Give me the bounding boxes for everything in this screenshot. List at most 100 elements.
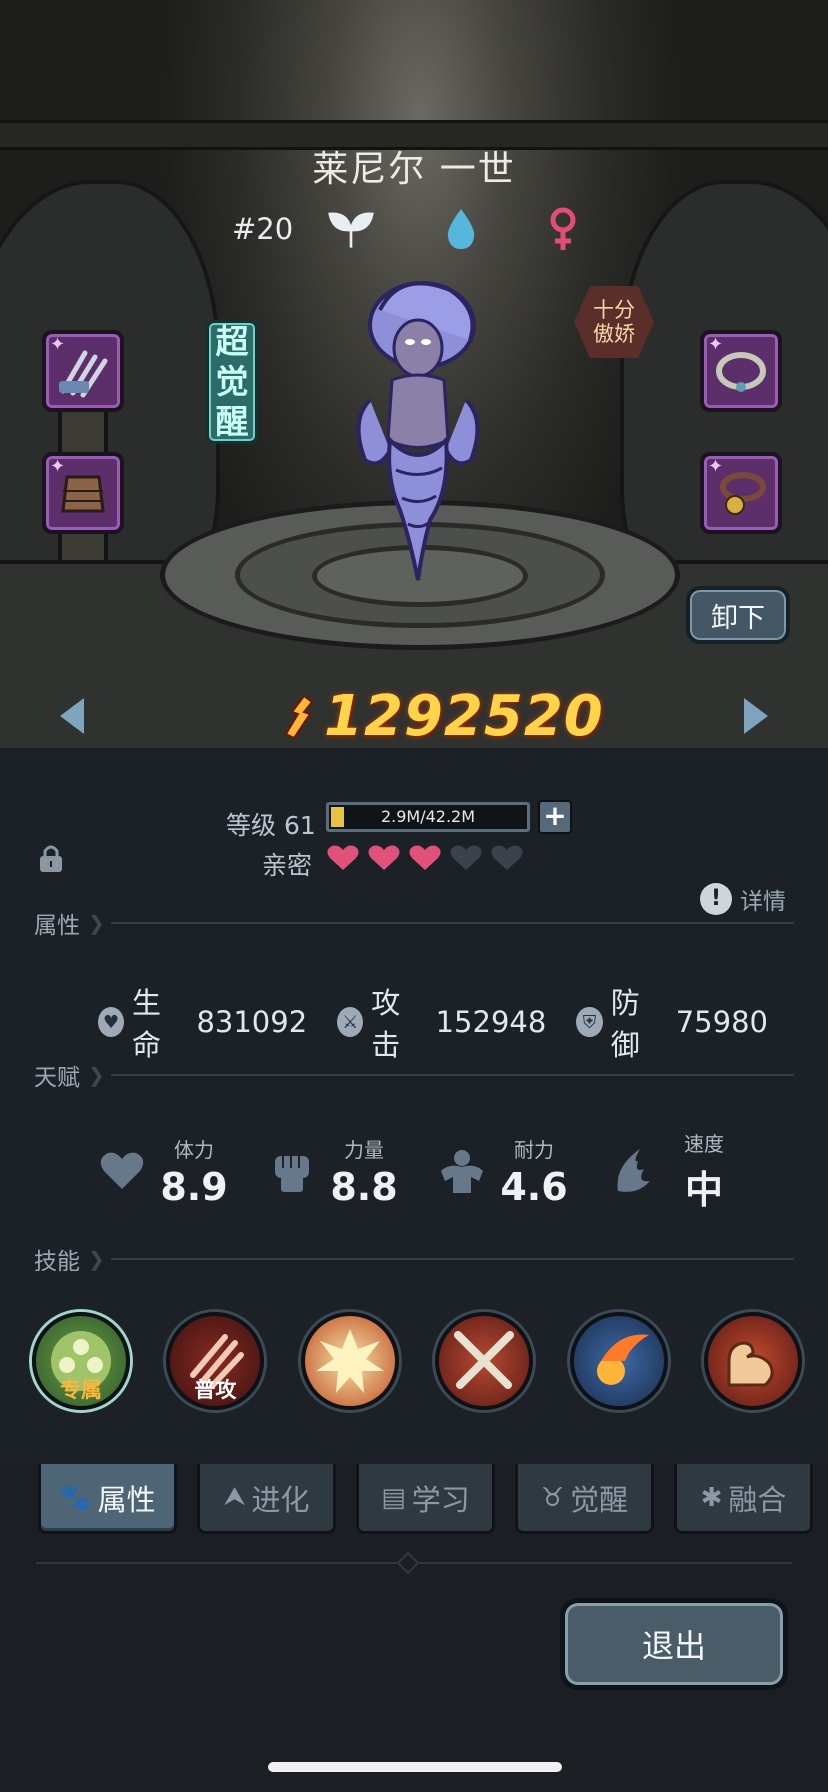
lock-icon[interactable] [38,842,64,878]
skill-exclusive[interactable]: 专属 [32,1312,130,1410]
stat-attack: ⚔ 攻击 152948 [337,980,546,1064]
section-skills: 技能 ❯ [34,1244,794,1275]
super-awaken-badge[interactable]: 超 觉 醒 [206,320,258,444]
xp-text: 2.9M/42.2M [380,807,476,826]
section-title: 属性 [34,913,80,939]
info-panel: 等级 61 2.9M/42.2M + 亲密 ! 详情 属性 ❯ ♥ 生命 831… [0,748,828,1464]
awaken-char: 醒 [215,402,249,441]
skill-tag: 专属 [60,1378,102,1402]
power-value: 1292520 [324,684,604,748]
stats-row: ♥ 生命 831092 ⚔ 攻击 152948 ⛨ 防御 75980 [98,980,798,1064]
horned-head-icon: ♉ [540,1482,565,1513]
skill-crossed-swords[interactable] [435,1312,534,1410]
merge-icon: ✱ [700,1482,723,1513]
personality-line: 傲娇 [593,322,635,346]
skills-row: 专属 普攻 [32,1312,802,1410]
talent-label: 耐力 [514,1137,554,1162]
exit-button[interactable]: 退出 [560,1598,788,1690]
evolve-arrow-icon: ⮝ [223,1482,246,1512]
tab-label: 融合 [728,1482,787,1517]
female-icon[interactable] [540,206,586,252]
personality-badge[interactable]: 十分 傲娇 [574,286,654,358]
unequip-button[interactable]: 卸下 [686,586,790,644]
talent-label: 体力 [174,1137,214,1162]
equip-slot-collar[interactable]: ✦ [700,330,782,412]
tab-learn[interactable]: ▤ 学习 [356,1464,495,1534]
star-icon: ✦ [708,334,724,355]
section-divider [110,1258,794,1260]
sword-icon: ⚔ [337,1007,364,1037]
awaken-char: 超 [215,322,249,361]
pet-name: 莱尼尔 一世 [312,149,516,190]
heart-icon [409,845,441,870]
heart-icon [327,845,359,870]
section-attributes: 属性 ❯ [34,908,794,939]
chevron-right-icon: ❯ [88,1247,105,1271]
xp-progress-bar: 2.9M/42.2M [326,802,530,832]
flex-arm-icon [727,1341,774,1387]
muscle-torso-icon [436,1145,488,1197]
skill-tag: 普攻 [194,1378,237,1402]
level-label: 等级 61 [226,811,316,840]
talent-value: 8.8 [330,1164,398,1209]
pet-rank: #20 [232,212,294,246]
equip-slot-bell[interactable]: ✦ [700,452,782,534]
tab-label: 觉醒 [570,1482,629,1517]
combat-power: 1292520 [282,684,604,748]
stat-value: 75980 [675,1005,768,1039]
talent-value: 4.6 [500,1164,568,1209]
personality-line: 十分 [593,298,635,322]
heart-icon [450,845,482,870]
tab-attributes[interactable]: 🐾 属性 [38,1464,177,1534]
tab-bar: 🐾 属性 ⮝ 进化 ▤ 学习 ♉ 觉醒 ✱ 融合 [38,1464,813,1534]
equip-slot-armor[interactable]: ✦ [42,452,124,534]
heart-icon [368,845,400,870]
stat-label: 防御 [610,986,640,1062]
awaken-char: 觉 [215,362,249,401]
pet-character[interactable] [330,270,500,590]
water-drop-icon[interactable] [438,206,484,252]
talent-stamina: 体力 8.9 [96,1128,266,1214]
talent-label: 速度 [684,1132,724,1156]
section-divider [110,922,794,924]
intimacy-label: 亲密 [262,851,313,880]
equip-slot-weapon[interactable]: ✦ [42,330,124,412]
tab-label: 学习 [411,1482,470,1517]
star-icon: ✦ [50,334,66,355]
leaf-icon[interactable] [328,206,374,252]
stat-hp: ♥ 生命 831092 [98,980,307,1064]
star-icon: ✦ [50,456,66,477]
skill-fireball[interactable] [569,1312,668,1410]
chevron-right-icon: ❯ [88,911,105,935]
tab-awaken[interactable]: ♉ 觉醒 [515,1464,654,1534]
tab-label: 属性 [97,1482,156,1517]
fist-icon [266,1145,318,1197]
home-indicator[interactable] [268,1762,562,1772]
power-icon [284,694,314,739]
prev-pet-arrow-icon[interactable] [60,698,84,734]
section-title: 天赋 [34,1065,80,1091]
bottom-divider [36,1551,792,1575]
talent-speed: 速度 中 [606,1128,776,1214]
bottom-bar: 🐾 属性 ⮝ 进化 ▤ 学习 ♉ 觉醒 ✱ 融合 退出 [0,1464,828,1792]
tab-evolve[interactable]: ⮝ 进化 [197,1464,336,1534]
talent-endurance: 耐力 4.6 [436,1128,606,1214]
intimacy-hearts [326,844,524,872]
add-xp-button[interactable]: + [538,800,572,834]
book-icon: ▤ [381,1482,406,1513]
skill-explosion[interactable] [300,1312,399,1410]
skill-flex[interactable] [703,1312,802,1410]
section-divider [110,1074,794,1076]
next-pet-arrow-icon[interactable] [744,698,768,734]
heart-icon [491,845,523,870]
stat-label: 攻击 [371,986,401,1062]
divider-ornament [396,1551,420,1575]
chevron-right-icon: ❯ [88,1063,105,1087]
pet-scene: 莱尼尔 一世 #20 ✦ ✦ ✦ ✦ 超 觉 醒 十分 傲娇 卸下 129252… [0,0,828,748]
shield-icon: ⛨ [576,1007,603,1037]
talent-label: 力量 [344,1137,384,1162]
tab-merge[interactable]: ✱ 融合 [674,1464,813,1534]
section-talent: 天赋 ❯ [34,1060,794,1091]
stat-defense: ⛨ 防御 75980 [576,980,768,1064]
skill-basic-attack[interactable]: 普攻 [166,1312,265,1410]
